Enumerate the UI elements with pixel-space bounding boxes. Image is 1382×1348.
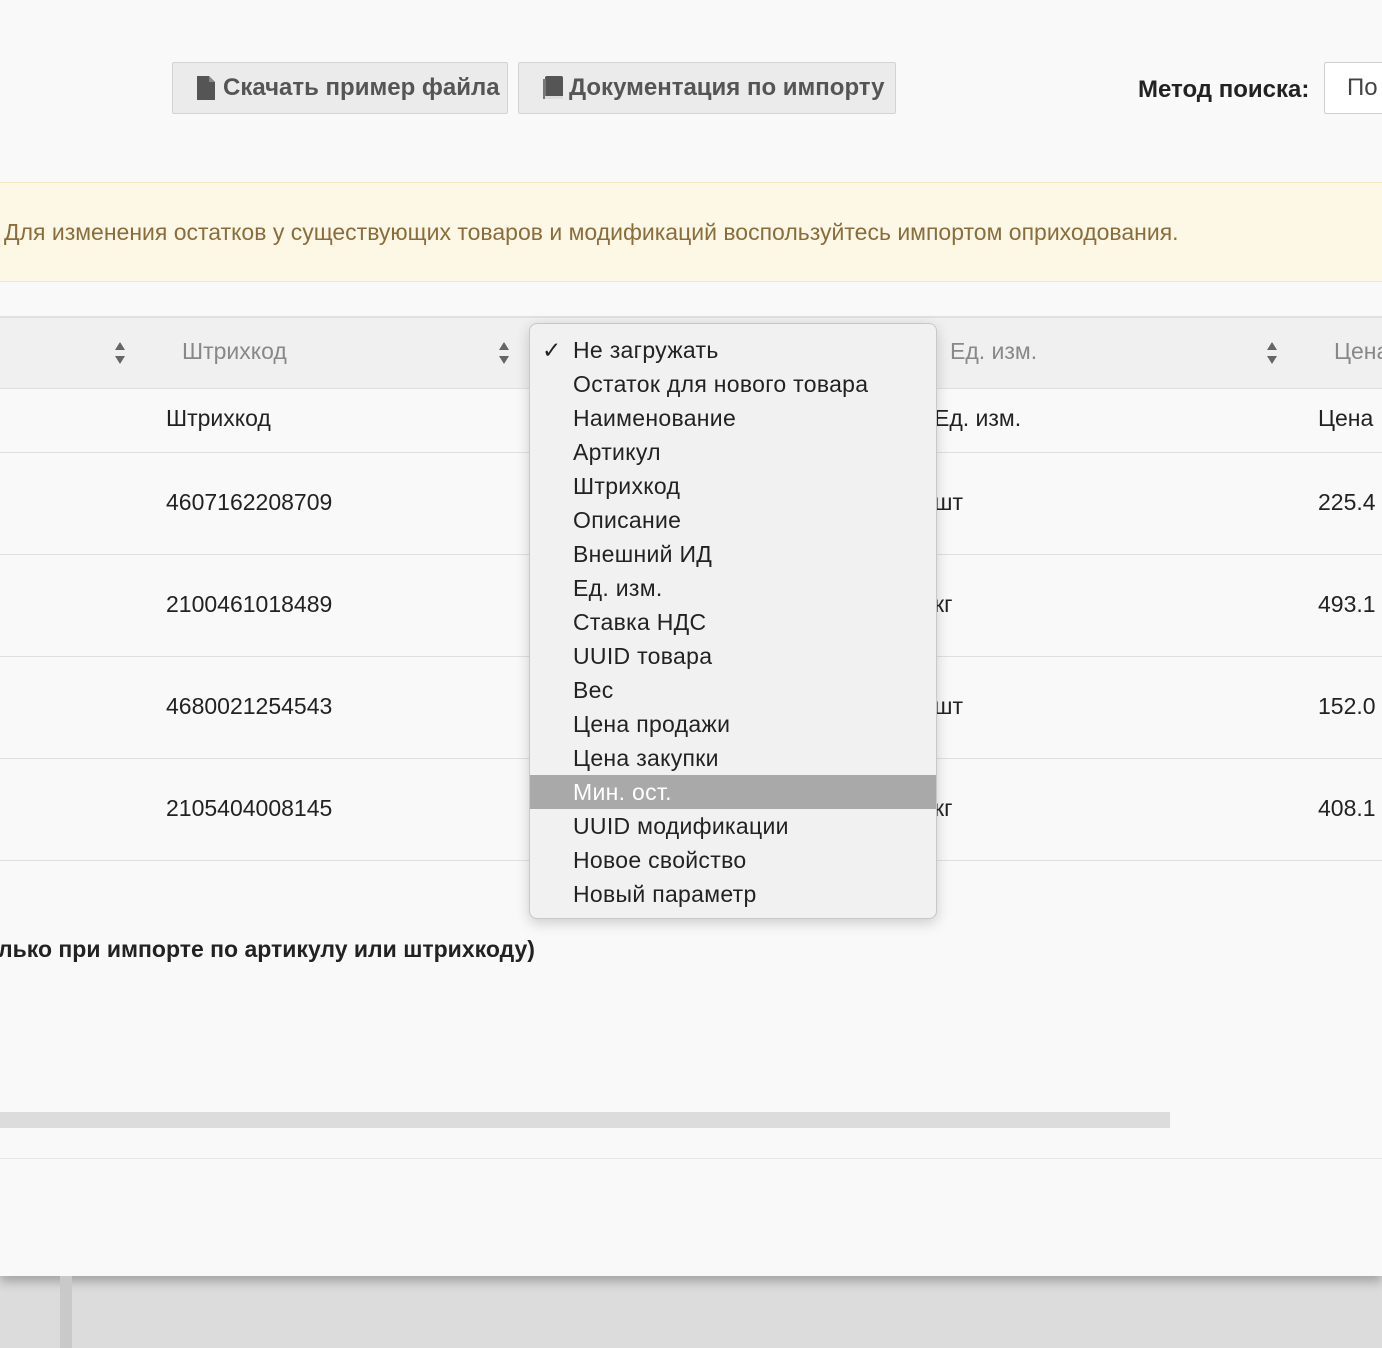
dropdown-option[interactable]: Внешний ИД	[530, 537, 936, 571]
dropdown-option-highlighted[interactable]: Мин. ост.	[530, 775, 936, 809]
table-cell-barcode: 4680021254543	[166, 693, 333, 719]
download-sample-button[interactable]: Скачать пример файла	[172, 62, 508, 114]
dropdown-option[interactable]: Описание	[530, 503, 936, 537]
table-cell-price: 152.0	[1318, 693, 1376, 719]
table-cell-barcode: 4607162208709	[166, 489, 333, 515]
horizontal-scrollbar[interactable]	[0, 1112, 1170, 1128]
table-cell-barcode: 2105404008145	[166, 795, 333, 821]
section-divider	[0, 1158, 1382, 1159]
book-icon	[543, 76, 563, 100]
column-select-price[interactable]: Цена	[1334, 338, 1382, 365]
search-method-label: Метод поиска:	[1138, 76, 1310, 103]
search-method-select[interactable]: По	[1324, 62, 1382, 114]
table-cell-unit: шт	[934, 693, 963, 719]
import-note: лько при импорте по артикулу или штрихко…	[0, 936, 535, 962]
dropdown-option[interactable]: Новый параметр	[530, 877, 936, 911]
sort-updown-icon[interactable]	[498, 340, 510, 366]
background-strip	[60, 1276, 72, 1348]
dropdown-option[interactable]: Вес	[530, 673, 936, 707]
dropdown-option[interactable]: Ед. изм.	[530, 571, 936, 605]
info-alert: Для изменения остатков у существующих то…	[0, 182, 1382, 282]
dropdown-option[interactable]: Новое свойство	[530, 843, 936, 877]
dropdown-option[interactable]: Цена закупки	[530, 741, 936, 775]
download-sample-label: Скачать пример файла	[223, 74, 500, 101]
dropdown-option[interactable]: Цена продажи	[530, 707, 936, 741]
table-cell-price: 408.1	[1318, 795, 1376, 821]
column-type-dropdown[interactable]: ✓ Не загружать Остаток для нового товара …	[529, 323, 937, 919]
dropdown-option[interactable]: Остаток для нового товара	[530, 367, 936, 401]
table-cell-price: 493.1	[1318, 591, 1376, 617]
dropdown-option[interactable]: Артикул	[530, 435, 936, 469]
dropdown-option[interactable]: Ставка НДС	[530, 605, 936, 639]
file-icon	[197, 76, 215, 100]
table-cell-barcode: 2100461018489	[166, 591, 333, 617]
dropdown-option[interactable]: Штрихкод	[530, 469, 936, 503]
dropdown-option[interactable]: Наименование	[530, 401, 936, 435]
column-select-unit[interactable]: Ед. изм.	[950, 338, 1037, 365]
table-header-unit: Ед. изм.	[934, 405, 1022, 431]
sort-updown-icon[interactable]	[114, 340, 126, 366]
column-select-barcode[interactable]: Штрихкод	[182, 338, 287, 365]
import-panel: Скачать пример файла Документация по имп…	[0, 0, 1382, 1276]
dropdown-option[interactable]: ✓ Не загружать	[530, 333, 936, 367]
table-cell-unit: шт	[934, 489, 963, 515]
dropdown-option[interactable]: UUID товара	[530, 639, 936, 673]
dropdown-option[interactable]: UUID модификации	[530, 809, 936, 843]
table-cell-price: 225.4	[1318, 489, 1376, 515]
table-header-barcode: Штрихкод	[166, 405, 271, 431]
sort-updown-icon[interactable]	[1266, 340, 1278, 366]
import-docs-button[interactable]: Документация по импорту	[518, 62, 896, 114]
import-docs-label: Документация по импорту	[569, 74, 885, 101]
checkmark-icon: ✓	[542, 337, 562, 363]
table-header-price: Цена	[1318, 405, 1374, 431]
